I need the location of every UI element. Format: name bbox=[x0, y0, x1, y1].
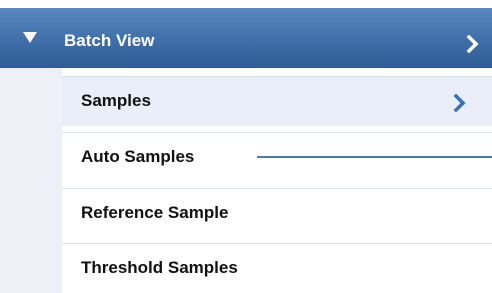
list-item-label: Reference Sample bbox=[81, 203, 229, 222]
chevron-right-icon[interactable] bbox=[466, 35, 480, 53]
list-item-samples[interactable]: Samples bbox=[62, 76, 492, 126]
batch-view-panel: Batch View Samples Auto Samples Referenc… bbox=[0, 0, 492, 293]
chevron-right-icon[interactable] bbox=[453, 94, 467, 112]
list-item-label: Samples bbox=[81, 91, 151, 110]
batch-view-title: Batch View bbox=[64, 31, 155, 50]
callout-line bbox=[257, 156, 492, 158]
list-item-threshold-samples[interactable]: Threshold Samples bbox=[62, 243, 492, 293]
list-item-reference-sample[interactable]: Reference Sample bbox=[62, 188, 492, 238]
list-item-label: Auto Samples bbox=[81, 147, 195, 166]
indent-strip bbox=[0, 68, 62, 293]
list-item-label: Threshold Samples bbox=[81, 258, 238, 277]
batch-view-header[interactable]: Batch View bbox=[0, 8, 492, 68]
triangle-down-icon[interactable] bbox=[23, 32, 37, 43]
